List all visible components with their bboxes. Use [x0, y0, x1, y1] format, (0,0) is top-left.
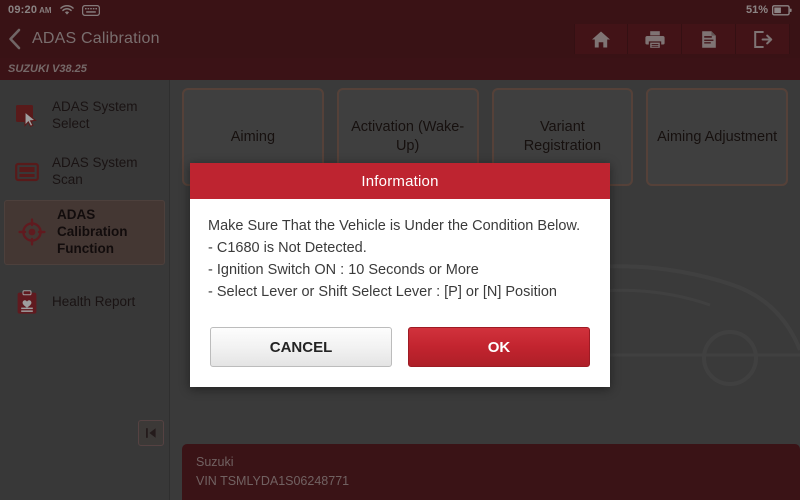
dialog-header: Information	[190, 163, 610, 199]
dialog-line: Make Sure That the Vehicle is Under the …	[208, 218, 581, 234]
cancel-button[interactable]: CANCEL	[210, 327, 392, 368]
information-dialog: Information Make Sure That the Vehicle i…	[190, 163, 610, 388]
dialog-title: Information	[361, 172, 439, 190]
dialog-line: - C1680 is Not Detected.	[208, 240, 367, 257]
dialog-line: - Ignition Switch ON : 10 Seconds or Mor…	[208, 262, 479, 279]
adas-calibration-app: 09:20 AM 51% ADAS Calibration SUZUKI V38…	[0, 0, 800, 500]
dialog-actions: CANCEL OK	[190, 309, 610, 387]
dialog-line: - Select Lever or Shift Select Lever : […	[208, 284, 557, 301]
ok-button[interactable]: OK	[408, 327, 590, 368]
dialog-body: Make Sure That the Vehicle is Under the …	[190, 199, 610, 309]
